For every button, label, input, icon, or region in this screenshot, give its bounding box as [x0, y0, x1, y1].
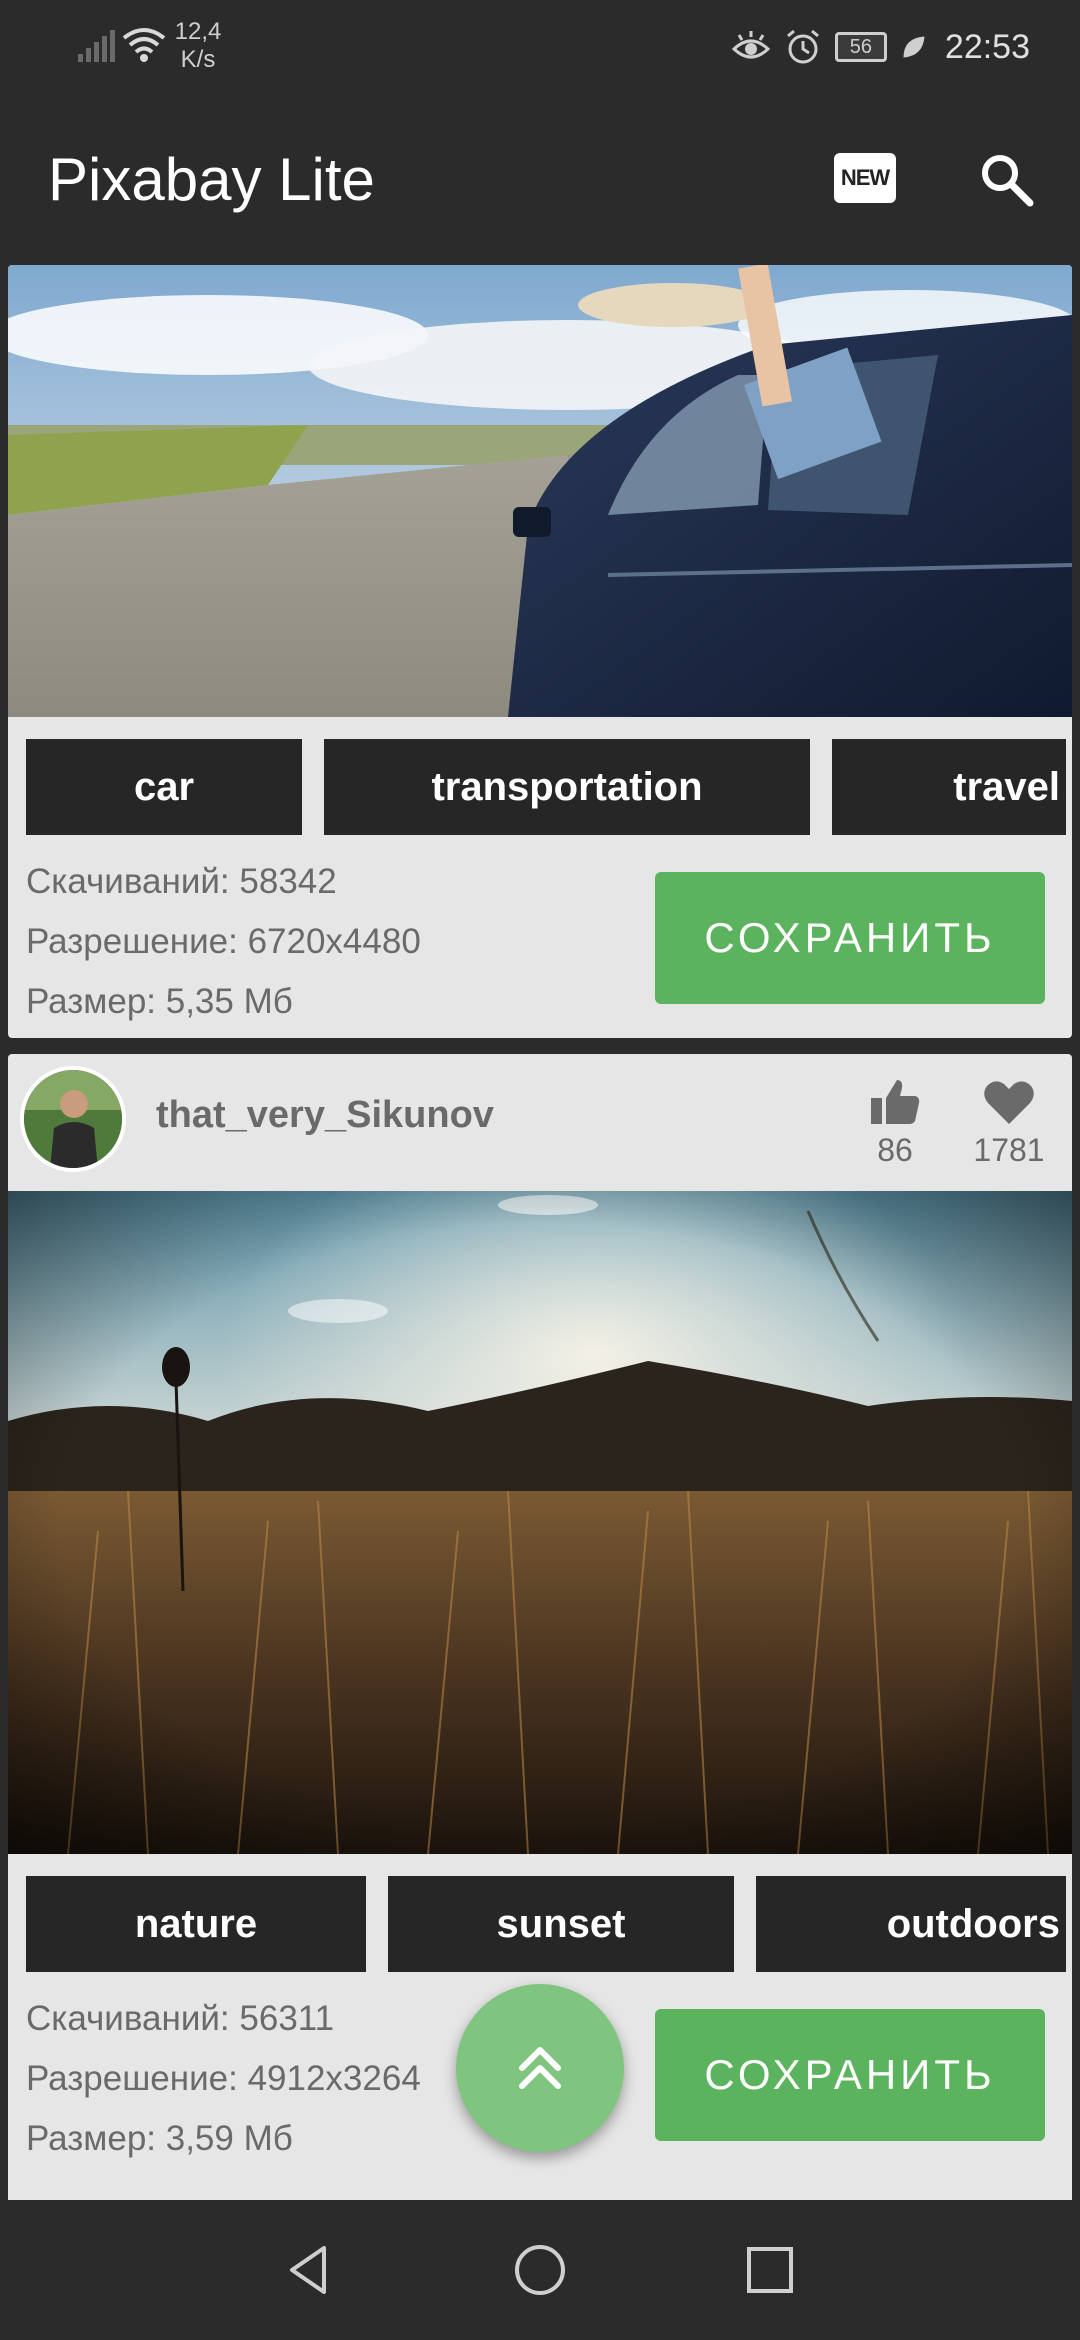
- likes-stat[interactable]: 86: [840, 1074, 950, 1170]
- tag-outdoors[interactable]: outdoors: [756, 1876, 1066, 1972]
- alarm-icon: [786, 29, 819, 64]
- tag-sunset[interactable]: sunset: [388, 1876, 734, 1972]
- image-meta: Скачиваний: 58342 Разрешение: 6720x4480 …: [26, 852, 421, 1032]
- wifi-icon: [122, 28, 166, 62]
- navigation-bar: [0, 2200, 1080, 2340]
- status-icons: 56 22:53: [731, 22, 1030, 72]
- image-meta: Скачиваний: 56311 Разрешение: 4912x3264 …: [26, 1989, 421, 2169]
- downloads-count: Скачиваний: 58342: [26, 862, 337, 901]
- card-image-car[interactable]: [8, 265, 1072, 717]
- eye-comfort-icon: [731, 31, 771, 59]
- battery-indicator: 56: [834, 32, 887, 62]
- app-bar: Pixabay Lite NEW: [0, 95, 1080, 265]
- author-row[interactable]: that_very_Sikunov 86 1781: [8, 1054, 1072, 1191]
- image-card: car transportation travel Скачиваний: 58…: [8, 265, 1072, 1038]
- tag-car[interactable]: car: [26, 739, 302, 835]
- new-button[interactable]: NEW: [834, 153, 896, 203]
- screen: 12,4 K/s 56 22:53 Pixabay Lite NEW car t…: [0, 0, 1080, 2340]
- file-size: Размер: 5,35 Мб: [26, 982, 293, 1021]
- network-speed-unit: K/s: [180, 46, 216, 73]
- favorites-stat[interactable]: 1781: [954, 1074, 1064, 1170]
- app-title: Pixabay Lite: [48, 146, 375, 213]
- nav-home-icon[interactable]: [510, 2240, 570, 2300]
- nav-recents-icon[interactable]: [740, 2240, 800, 2300]
- avatar-photo: [24, 1070, 122, 1168]
- status-bar: 12,4 K/s 56 22:53: [0, 0, 1080, 95]
- heart-icon: [984, 1081, 1034, 1124]
- resolution: Разрешение: 6720x4480: [26, 922, 421, 961]
- file-size: Размер: 3,59 Мб: [26, 2119, 293, 2158]
- tag-row: car transportation travel: [26, 739, 1072, 835]
- image-card-peek: [8, 2192, 1072, 2200]
- nav-back-icon[interactable]: [280, 2240, 340, 2300]
- network-speed-value: 12,4: [174, 18, 222, 45]
- scroll-to-top-button[interactable]: [456, 1984, 624, 2152]
- leaf-icon: [903, 36, 925, 58]
- tag-row: nature sunset outdoors: [26, 1876, 1072, 1972]
- card-image-field-sunset[interactable]: [8, 1191, 1072, 1854]
- signal-icon: [78, 30, 115, 62]
- resolution: Разрешение: 4912x3264: [26, 2059, 421, 2098]
- tag-nature[interactable]: nature: [26, 1876, 366, 1972]
- downloads-count: Скачиваний: 56311: [26, 1999, 335, 2038]
- search-icon[interactable]: [976, 149, 1036, 209]
- tag-transportation[interactable]: transportation: [324, 739, 810, 835]
- image-feed[interactable]: car transportation travel Скачиваний: 58…: [0, 265, 1080, 2200]
- avatar[interactable]: [20, 1066, 126, 1172]
- likes-count: 86: [877, 1132, 913, 1168]
- network-speed: 12,4 K/s: [172, 18, 224, 74]
- thumbs-up-icon: [871, 1080, 920, 1124]
- double-chevron-up-icon: [519, 2047, 561, 2089]
- save-button[interactable]: СОХРАНИТЬ: [655, 2009, 1045, 2141]
- favorites-count: 1781: [973, 1132, 1045, 1168]
- status-time: 22:53: [944, 27, 1030, 66]
- tag-travel[interactable]: travel: [832, 739, 1066, 835]
- save-button[interactable]: СОХРАНИТЬ: [655, 872, 1045, 1004]
- author-username[interactable]: that_very_Sikunov: [156, 1094, 494, 1137]
